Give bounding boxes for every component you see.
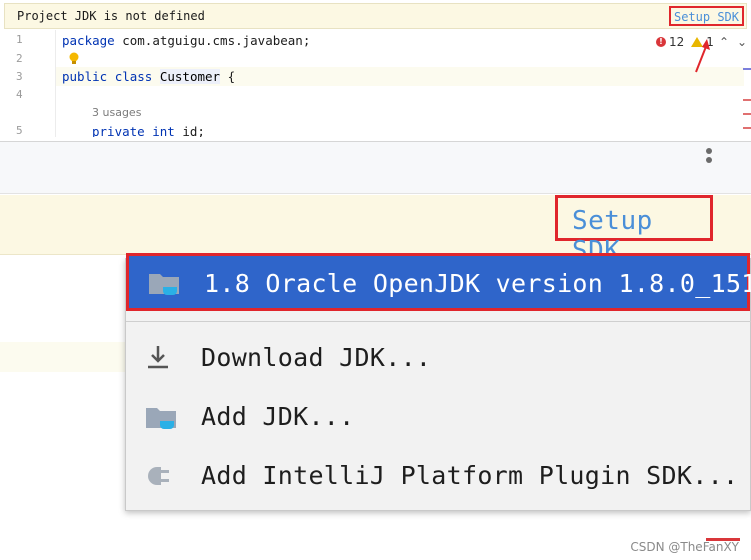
- keyword-public: public: [62, 69, 108, 84]
- sdk-warning-banner: Project JDK is not defined Setup SDK: [4, 3, 747, 29]
- line-number: 5: [16, 124, 23, 137]
- menu-item-label: 1.8 Oracle OpenJDK version 1.8.0_151: [204, 269, 751, 298]
- keyword-package: package: [62, 33, 115, 48]
- editor-screenshot: Project JDK is not defined Setup SDK 1 2…: [0, 0, 751, 137]
- menu-item-add-jdk[interactable]: Add JDK...: [126, 388, 751, 446]
- line-number: 4: [16, 88, 23, 101]
- menu-item-download-jdk[interactable]: Download JDK...: [126, 329, 751, 387]
- line-number: 2: [16, 52, 23, 65]
- lightbulb-icon[interactable]: [69, 52, 79, 66]
- banner-message: Project JDK is not defined: [17, 9, 205, 23]
- keyword-class: class: [114, 69, 153, 84]
- download-icon: [148, 346, 168, 369]
- line-number-gutter: 1 2 3 4 5: [4, 30, 56, 137]
- setup-sdk-link[interactable]: Setup SDK: [668, 6, 744, 26]
- menu-item-label: Download JDK...: [201, 343, 432, 372]
- stripe-mark: [743, 127, 751, 129]
- menu-item-add-plugin-sdk[interactable]: Add IntelliJ Platform Plugin SDK...: [126, 447, 751, 505]
- menu-item-oracle-jdk[interactable]: 1.8 Oracle OpenJDK version 1.8.0_151: [126, 253, 751, 311]
- keyword-private: private: [92, 124, 145, 137]
- field-name: id;: [174, 124, 205, 137]
- sdk-chooser-popup: 1.8 Oracle OpenJDK version 1.8.0_151 Dow…: [125, 253, 751, 511]
- jdk-folder-icon: [149, 274, 179, 295]
- menu-separator: [126, 321, 751, 322]
- next-highlight-icon[interactable]: ⌄: [737, 35, 747, 49]
- zoom-toolbar: [0, 142, 751, 194]
- plugin-plug-icon: [148, 467, 169, 485]
- code-line-field[interactable]: private int id;: [92, 124, 205, 137]
- menu-item-label: Add JDK...: [201, 402, 355, 431]
- line-number: 1: [16, 33, 23, 46]
- add-jdk-folder-icon: [146, 408, 176, 429]
- previous-highlight-icon[interactable]: ⌃: [719, 35, 729, 49]
- error-count: 12: [669, 35, 685, 49]
- zoomed-screenshot: Setup SDK 1.8 Oracle OpenJDK version 1.8…: [0, 141, 751, 560]
- more-options-icon[interactable]: [706, 148, 714, 166]
- watermark: CSDN @TheFanXY: [630, 540, 739, 554]
- setup-sdk-link-zoomed[interactable]: Setup SDK: [555, 195, 713, 266]
- keyword-int: int: [152, 124, 175, 137]
- stripe-mark: [743, 68, 751, 70]
- open-brace: {: [220, 69, 236, 84]
- current-line-highlight-zoomed: [0, 342, 130, 372]
- code-line-class[interactable]: public class Customer {: [62, 69, 235, 84]
- usages-hint[interactable]: 3 usages: [92, 106, 141, 119]
- stripe-mark: [743, 99, 751, 101]
- annotation-arrow-icon: [695, 39, 710, 73]
- stripe-mark: [743, 113, 751, 115]
- package-name: com.atguigu.cms.javabean;: [114, 33, 311, 48]
- error-icon: !: [656, 37, 666, 47]
- line-number: 3: [16, 70, 23, 83]
- menu-item-label: Add IntelliJ Platform Plugin SDK...: [201, 461, 739, 490]
- code-line-package[interactable]: package com.atguigu.cms.javabean;: [62, 33, 310, 48]
- class-name: Customer: [159, 69, 221, 84]
